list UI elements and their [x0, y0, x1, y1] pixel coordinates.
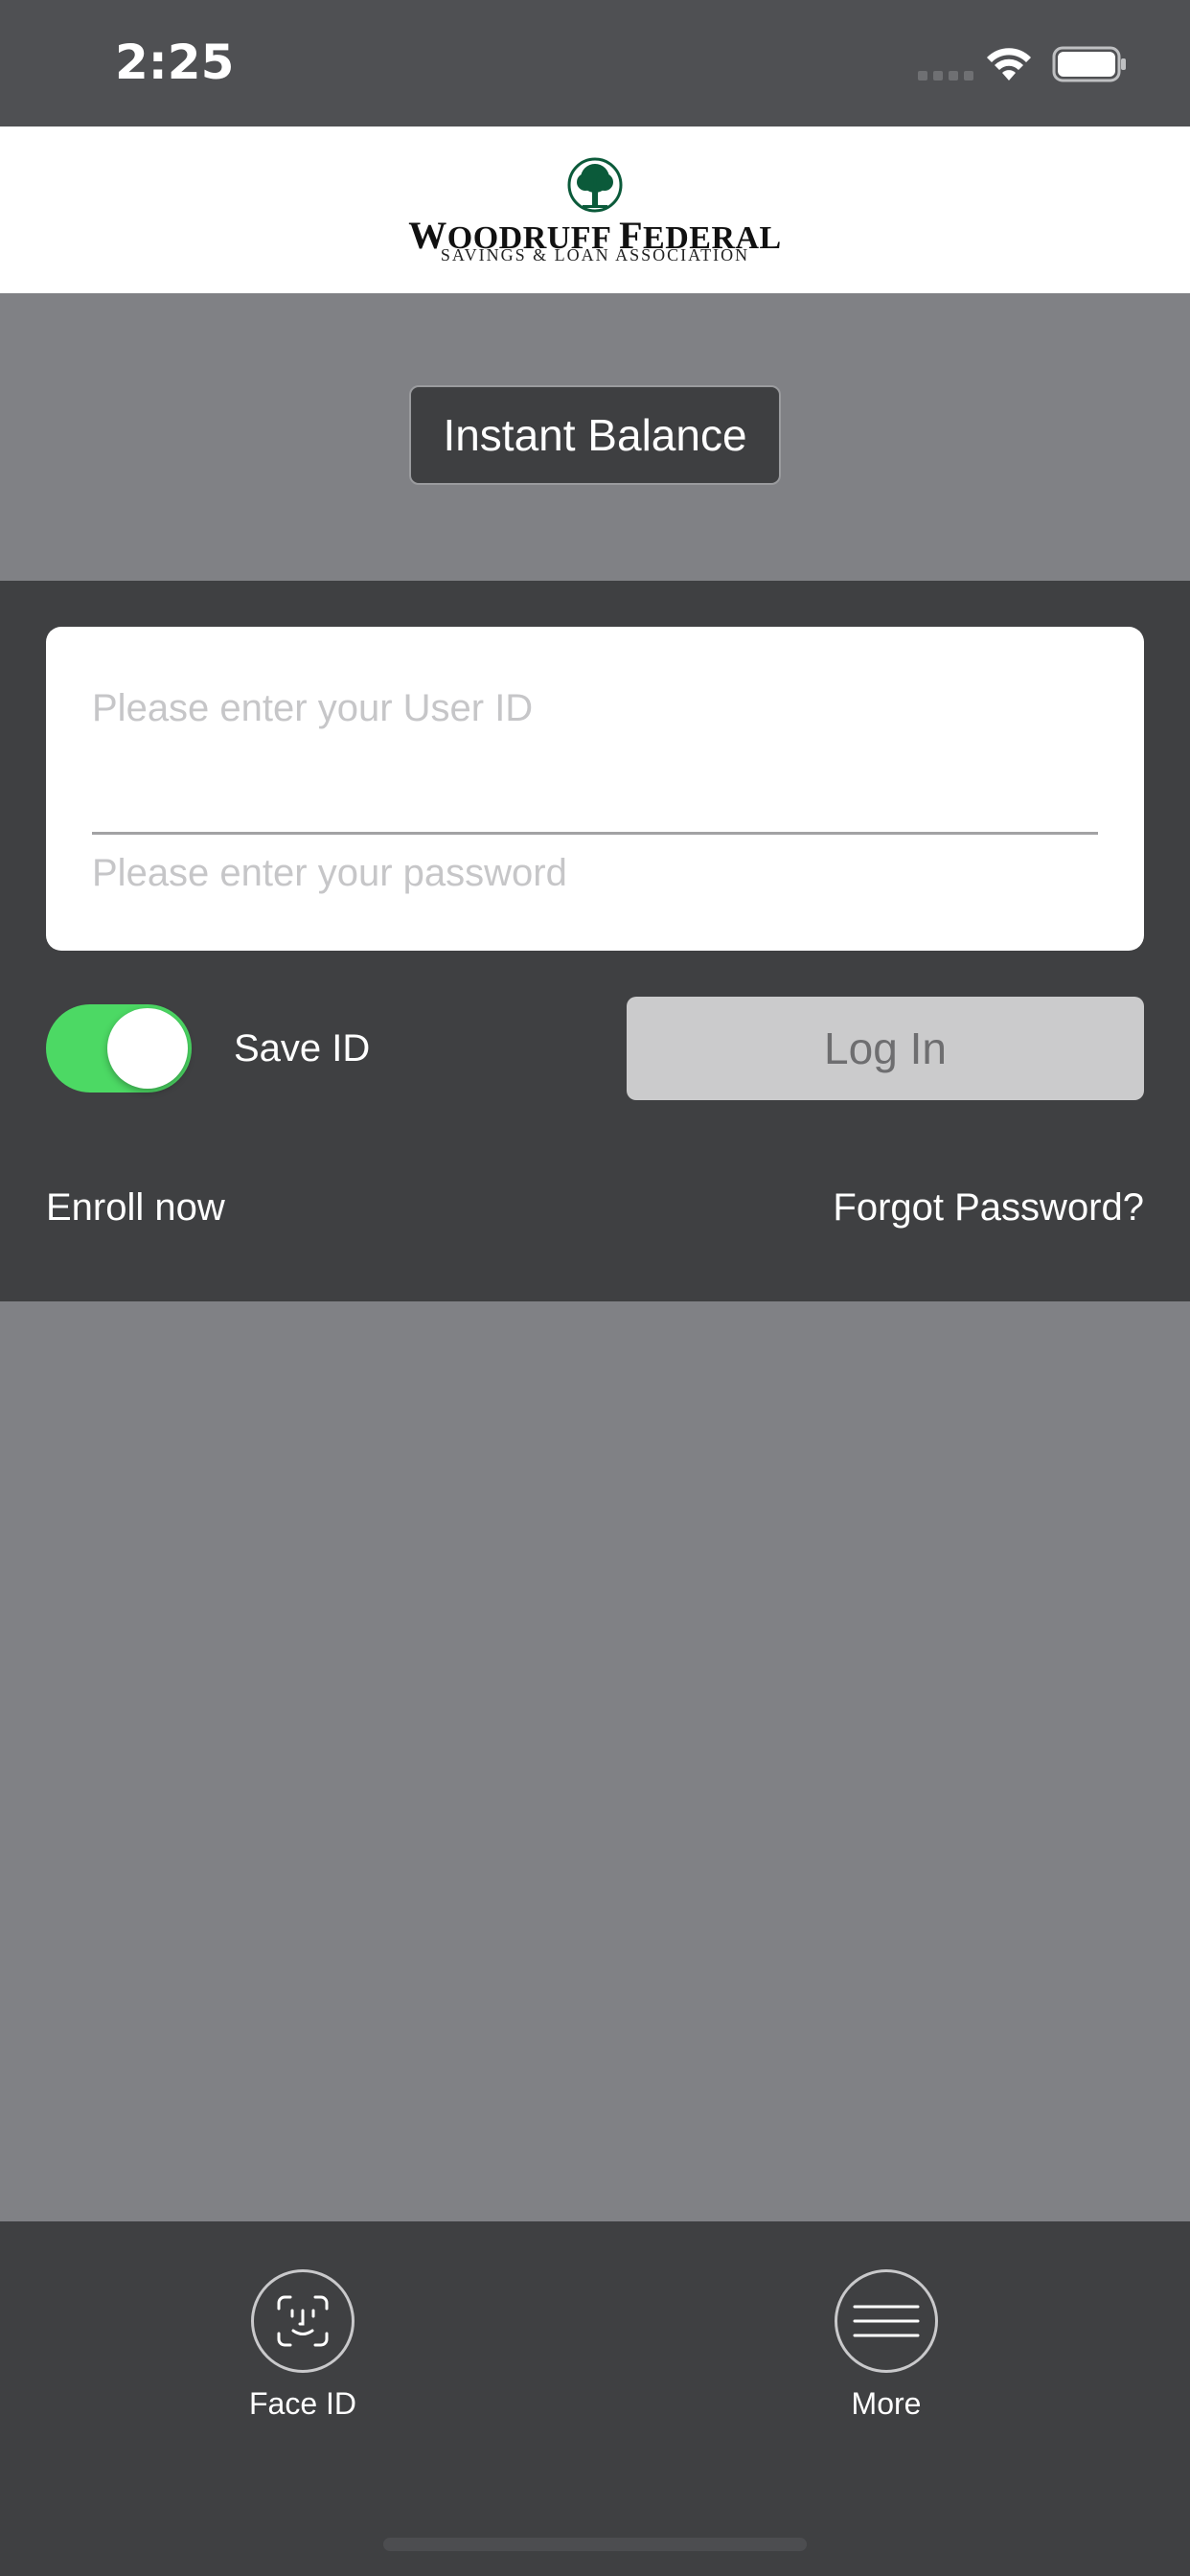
wifi-icon [987, 48, 1031, 80]
balance-area: Instant Balance [0, 293, 1190, 581]
tree-icon [567, 157, 623, 213]
tab-bar: Face ID More [0, 2221, 1190, 2576]
status-bar: 2:25 [0, 0, 1190, 126]
login-form [46, 627, 1144, 951]
save-id-label: Save ID [234, 1027, 371, 1070]
face-id-label: Face ID [248, 2386, 357, 2421]
login-button[interactable]: Log In [627, 997, 1144, 1100]
save-id-toggle[interactable] [46, 1004, 192, 1092]
instant-balance-button[interactable]: Instant Balance [409, 385, 781, 485]
face-id-icon [277, 2295, 329, 2347]
signal-icon [918, 71, 973, 80]
header: WOODRUFF FEDERAL SAVINGS & LOAN ASSOCIAT… [0, 126, 1190, 293]
forgot-password-link[interactable]: Forgot Password? [833, 1186, 1144, 1230]
userid-input[interactable] [92, 675, 1098, 742]
menu-icon [853, 2305, 920, 2337]
face-id-button[interactable] [251, 2269, 355, 2373]
more-button[interactable] [835, 2269, 938, 2373]
password-input[interactable] [92, 840, 1098, 907]
toggle-knob [107, 1008, 188, 1089]
login-panel: Save ID Log In Enroll now Forgot Passwor… [0, 581, 1190, 1301]
enroll-link[interactable]: Enroll now [46, 1186, 225, 1230]
field-divider [92, 832, 1098, 835]
battery-icon [1052, 46, 1126, 82]
status-time: 2:25 [115, 34, 235, 90]
logo-tagline: SAVINGS & LOAN ASSOCIATION [440, 245, 750, 264]
more-label: More [851, 2386, 922, 2421]
home-indicator[interactable] [383, 2538, 807, 2551]
